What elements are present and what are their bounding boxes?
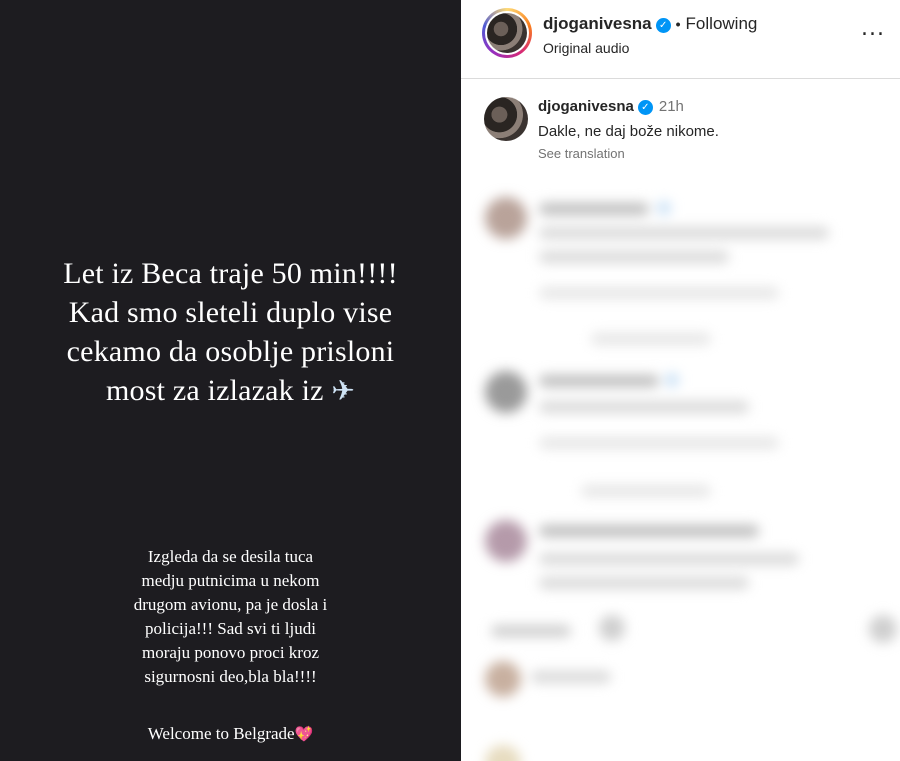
comment-line <box>539 227 829 239</box>
more-options-icon[interactable]: ... <box>861 16 885 41</box>
comment-line <box>539 553 799 565</box>
verified-icon: ✓ <box>655 18 671 33</box>
body-line: medju putnicima u nekom <box>141 571 320 590</box>
profile-avatar[interactable] <box>482 8 532 58</box>
comment-avatar <box>485 197 527 239</box>
comment-line <box>539 577 749 589</box>
body-line: moraju ponovo proci kroz <box>141 643 320 662</box>
original-audio-link[interactable]: Original audio <box>543 40 629 56</box>
story-image: Let iz Beca traje 50 min!!!! Kad smo sle… <box>0 0 461 761</box>
username-row: djoganivesna ✓ • Following <box>543 14 757 34</box>
comment-line <box>591 333 711 345</box>
comment-avatar <box>485 520 527 562</box>
comment-line <box>539 375 659 387</box>
body-line: drugom avionu, pa je dosla i <box>133 595 328 614</box>
comment-avatar <box>485 371 527 413</box>
following-button[interactable]: Following <box>686 14 758 33</box>
comment-line <box>539 203 649 215</box>
separator-dot: • <box>675 16 681 32</box>
headline-line: most za izlazak iz ✈ <box>105 374 356 407</box>
caption-time: 21h <box>658 98 684 115</box>
comment-line <box>539 251 729 263</box>
post-header: djoganivesna ✓ • Following Original audio .… <box>461 0 900 79</box>
sparkling-heart-icon: 💖 <box>294 725 314 743</box>
headline-line: cekamo da osoblje prisloni <box>66 335 395 368</box>
see-translation-link[interactable]: See translation <box>538 146 625 161</box>
comment-line <box>539 437 779 449</box>
comment-line <box>539 287 779 299</box>
headline-line: Kad smo sleteli duplo vise <box>68 296 393 329</box>
verified-blur <box>665 373 679 387</box>
verified-blur <box>657 201 671 215</box>
story-headline: Let iz Beca traje 50 min!!!! Kad smo sle… <box>0 254 461 410</box>
comment-avatar <box>485 745 521 761</box>
verified-icon: ✓ <box>637 100 653 115</box>
blurred-comments <box>461 175 900 761</box>
caption-username[interactable]: djoganivesna <box>538 98 634 115</box>
body-line: policija!!! Sad svi ti ljudi <box>145 619 316 638</box>
comment-line <box>531 671 611 683</box>
comment-line <box>491 625 571 637</box>
caption-avatar[interactable] <box>484 97 528 141</box>
post-panel: djoganivesna ✓ • Following Original audio .… <box>461 0 900 761</box>
caption-header: djoganivesna ✓ 21h <box>538 98 684 115</box>
comment-line <box>539 525 759 537</box>
username-link[interactable]: djoganivesna <box>543 14 652 33</box>
caption-text: Dakle, ne daj bože nikome. <box>538 123 719 140</box>
airplane-icon: ✈ <box>331 374 356 407</box>
comment-line <box>539 401 749 413</box>
story-footer: Welcome to Belgrade💖 <box>147 724 314 743</box>
body-line: Izgleda da se desila tuca <box>147 547 314 566</box>
action-icon-blur <box>869 615 897 643</box>
headline-line: Let iz Beca traje 50 min!!!! <box>63 257 398 290</box>
body-line: sigurnosni deo,bla bla!!!! <box>144 667 317 686</box>
caption: djoganivesna ✓ 21h Dakle, ne daj bože niko… <box>461 90 900 170</box>
story-body: Izgleda da se desila tuca medju putnicim… <box>0 545 461 689</box>
comment-line <box>581 485 711 497</box>
comment-avatar <box>485 661 521 697</box>
action-icon-blur <box>599 615 625 641</box>
